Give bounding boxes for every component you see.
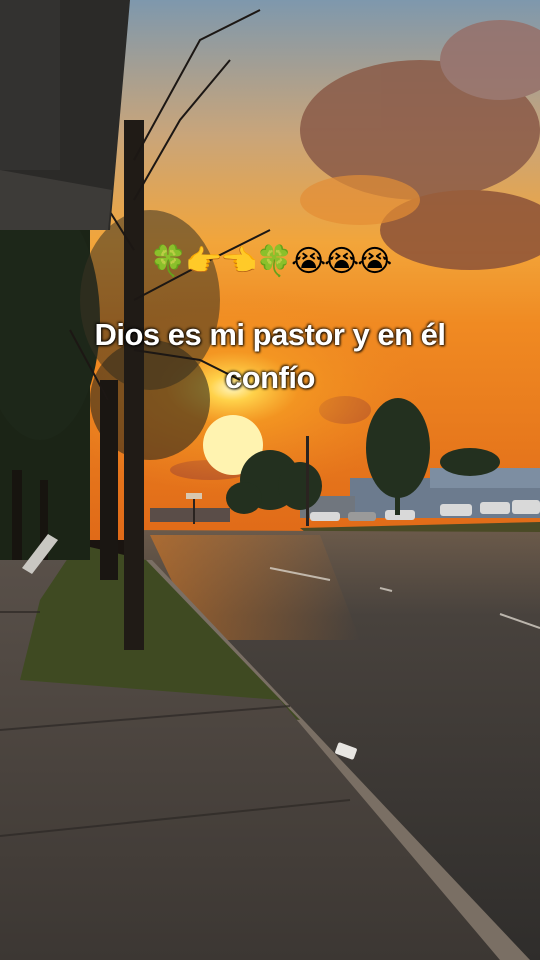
- roof-overhang: [0, 0, 130, 230]
- sign-pole: [193, 496, 195, 524]
- emoji-line: 🍀👉👈🍀😭😭😭: [149, 244, 393, 279]
- sunset-street-scene: [0, 0, 540, 960]
- caption-text: Dios es mi pastor y en él confío: [94, 317, 446, 395]
- sign: [186, 493, 202, 499]
- utility-pole: [306, 436, 309, 526]
